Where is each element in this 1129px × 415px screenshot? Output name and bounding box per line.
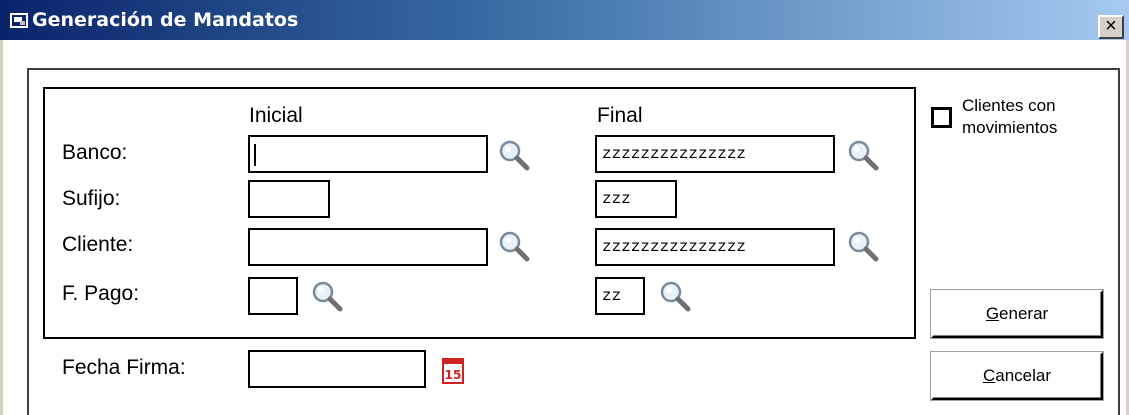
banco-initial-search-icon[interactable] [497, 138, 531, 172]
banco-final-search-icon[interactable] [846, 138, 880, 172]
sufijo-label: Sufijo: [62, 187, 121, 210]
cliente-final-search-icon[interactable] [846, 229, 880, 263]
sufijo-initial-input[interactable] [248, 180, 330, 218]
calendar-icon[interactable]: 15 [442, 358, 464, 384]
cliente-final-input[interactable]: zzzzzzzzzzzzzzz [595, 228, 835, 266]
cliente-initial-input[interactable] [248, 228, 488, 266]
close-button[interactable]: × [1098, 15, 1124, 39]
fecha-firma-label: Fecha Firma: [62, 356, 186, 379]
calendar-day-text: 15 [445, 368, 462, 382]
fpago-label: F. Pago: [62, 282, 140, 305]
clientes-movimientos-label: Clientes con movimientos [962, 96, 1058, 137]
app-icon [10, 13, 28, 28]
initial-column-header: Inicial [249, 104, 303, 127]
cliente-label: Cliente: [62, 233, 134, 256]
clientes-movimientos-checkbox[interactable] [931, 107, 952, 128]
generar-button[interactable]: Generar [931, 290, 1103, 338]
fpago-initial-input[interactable] [248, 277, 298, 315]
fpago-final-search-icon[interactable] [658, 279, 692, 313]
banco-final-input[interactable]: zzzzzzzzzzzzzzz [595, 135, 835, 173]
final-column-header: Final [597, 104, 643, 127]
text-cursor [254, 144, 256, 166]
criteria-group [43, 87, 916, 339]
window-title: Generación de Mandatos [32, 9, 299, 31]
fpago-final-input[interactable]: zz [595, 277, 645, 315]
fpago-initial-search-icon[interactable] [310, 279, 344, 313]
banco-label: Banco: [62, 141, 128, 164]
banco-initial-input[interactable] [248, 135, 488, 173]
fecha-firma-input[interactable] [248, 350, 426, 388]
cliente-initial-search-icon[interactable] [497, 229, 531, 263]
cancelar-button[interactable]: Cancelar [931, 352, 1103, 400]
title-bar: Generación de Mandatos [0, 0, 1129, 40]
sufijo-final-input[interactable]: zzz [595, 180, 677, 218]
